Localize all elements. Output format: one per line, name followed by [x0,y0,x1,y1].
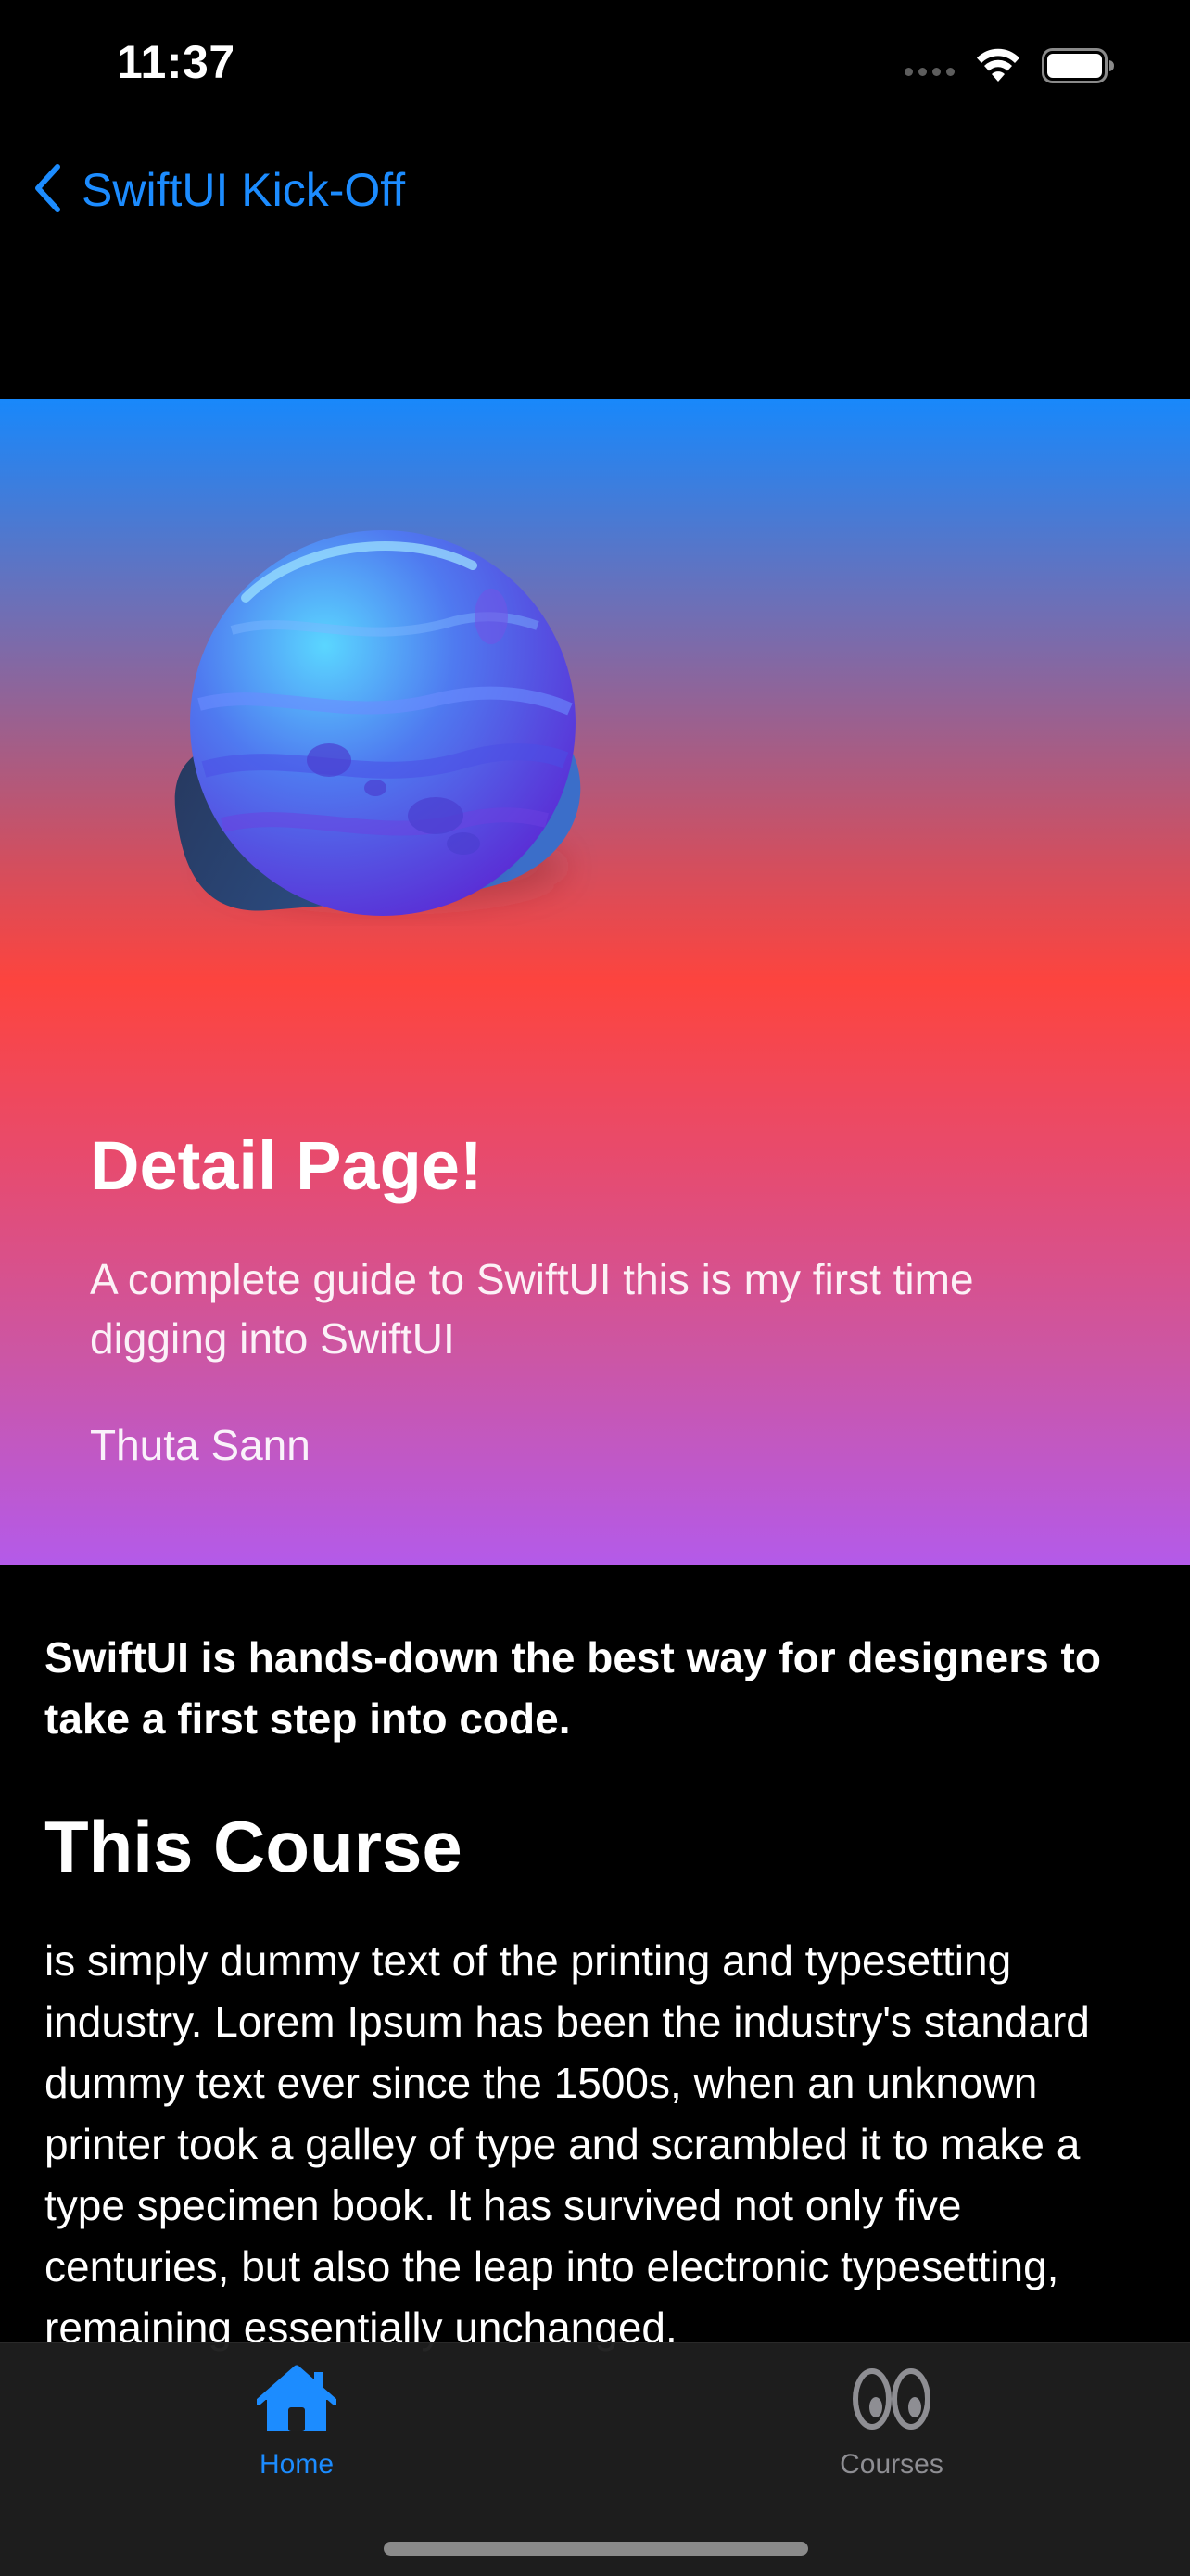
eyes-icon [780,2362,1003,2436]
intro-text: SwiftUI is hands-down the best way for d… [44,1633,1101,1743]
tab-home-label: Home [259,2449,335,2480]
tab-courses[interactable]: Courses [780,2362,1003,2481]
tab-home[interactable]: Home [185,2362,408,2481]
status-bar: 11:37 [0,0,1190,130]
hero-card: Detail Page! A complete guide to SwiftUI… [0,399,1190,1565]
body-text: is simply dummy text of the printing and… [44,1936,1090,2352]
wifi-icon [975,48,1021,83]
chevron-left-icon [33,163,61,218]
page-title: Detail Page! [90,1127,483,1204]
tab-courses-label: Courses [840,2449,943,2480]
home-indicator[interactable] [384,2542,808,2556]
status-indicators [905,43,1116,89]
cellular-signal-icon [905,52,955,80]
battery-icon [1042,47,1116,84]
house-icon [185,2362,408,2436]
hero-subtitle: A complete guide to SwiftUI this is my f… [90,1255,974,1363]
author-name: Thuta Sann [90,1421,310,1469]
navigation-bar: SwiftUI Kick-Off [0,153,1190,227]
back-button[interactable]: SwiftUI Kick-Off [33,153,405,227]
section-heading: This Course [44,1806,462,1887]
course-content: SwiftUI is hands-down the best way for d… [44,1627,1153,2358]
status-time: 11:37 [117,36,235,88]
planet-illustration [174,530,581,916]
back-button-label: SwiftUI Kick-Off [82,164,406,216]
